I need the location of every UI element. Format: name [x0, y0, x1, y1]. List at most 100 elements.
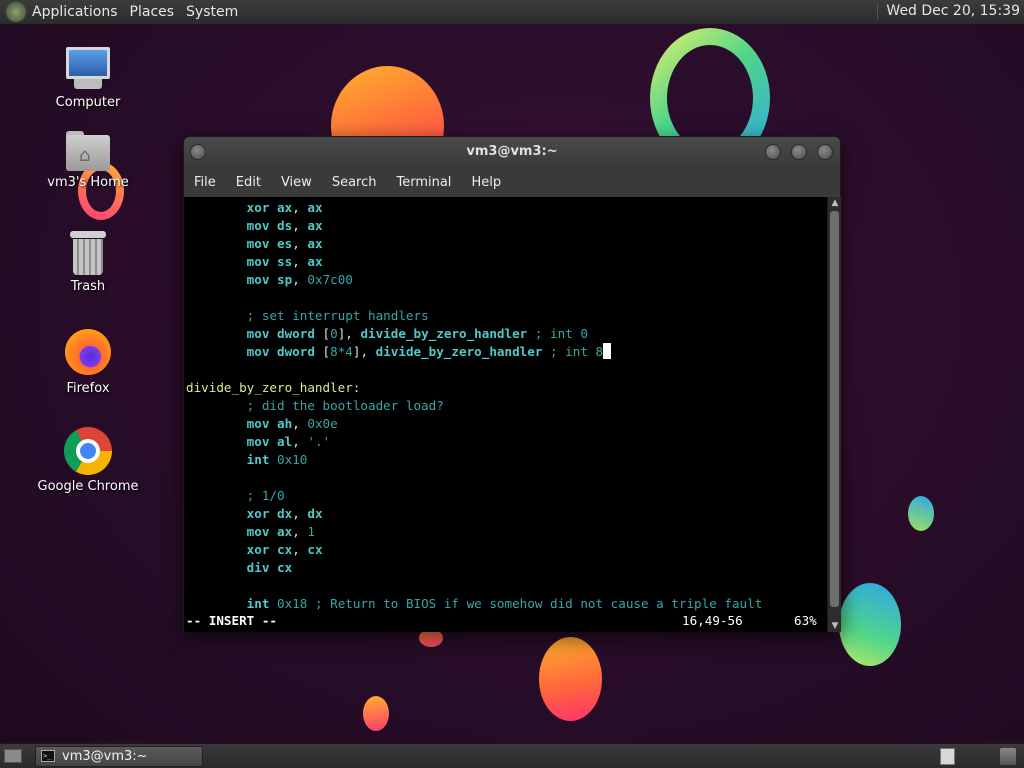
desktop-icon-computer[interactable]: Computer — [33, 47, 143, 110]
code-token: dx — [307, 506, 323, 521]
code-token: mov — [246, 416, 270, 431]
scroll-down-arrow-icon[interactable]: ▼ — [828, 620, 842, 632]
code-token: 0x10 — [277, 452, 308, 467]
code-token: ; int 0 — [534, 326, 588, 341]
close-button[interactable] — [817, 144, 833, 160]
menu-terminal[interactable]: Terminal — [396, 175, 451, 190]
code-token: ], — [352, 344, 376, 359]
wallpaper-small-orange-circle — [363, 696, 389, 731]
wallpaper-blue-circle — [839, 583, 901, 666]
minimize-button[interactable] — [765, 144, 781, 160]
code-token: xor — [246, 506, 270, 521]
code-token: ; 1/0 — [246, 488, 285, 503]
desktop-icon-home[interactable]: ⌂ vm3's Home — [33, 131, 143, 190]
show-desktop-icon[interactable] — [4, 749, 22, 763]
code-token: mov — [246, 218, 270, 233]
desktop-icon-chrome[interactable]: Google Chrome — [33, 427, 143, 494]
bottom-panel: >_ vm3@vm3:~ — [0, 743, 1024, 768]
workspace-switcher[interactable] — [940, 748, 955, 765]
code-token: dx — [277, 506, 293, 521]
menu-search[interactable]: Search — [332, 175, 377, 190]
applications-menu[interactable]: Applications — [32, 4, 118, 20]
code-token: cx — [307, 542, 323, 557]
computer-icon — [64, 47, 112, 91]
firefox-icon — [65, 329, 111, 375]
system-menu[interactable]: System — [186, 4, 238, 20]
vim-mode-indicator: -- INSERT -- — [186, 613, 277, 628]
code-token: ax — [307, 218, 323, 233]
panel-clock[interactable]: Wed Dec 20, 15:39 — [877, 3, 1020, 19]
code-token: ; did the bootloader load? — [246, 398, 444, 413]
code-token: 0x0e — [307, 416, 338, 431]
taskbar-label: vm3@vm3:~ — [62, 749, 148, 764]
code-token: 0x7c00 — [307, 272, 353, 287]
code-token: ; int 8 — [550, 344, 604, 359]
code-token: 0x18 — [277, 596, 308, 611]
code-token: , — [292, 200, 308, 215]
code-token: divide_by_zero_handler — [375, 344, 543, 359]
scrollbar-thumb[interactable] — [830, 211, 839, 607]
maximize-button[interactable] — [791, 144, 807, 160]
terminal-text-area[interactable]: -- INSERT -- 16,49-56 63% xor ax, ax mov… — [184, 197, 827, 632]
code-token: , — [292, 416, 308, 431]
desktop-icon-label: vm3's Home — [47, 175, 129, 190]
window-menu-button[interactable] — [190, 144, 206, 160]
code-token: , — [292, 506, 308, 521]
menu-edit[interactable]: Edit — [236, 175, 261, 190]
menu-file[interactable]: File — [194, 175, 216, 190]
code-token: , — [292, 434, 308, 449]
places-menu[interactable]: Places — [130, 4, 175, 20]
code-token: cx — [277, 560, 293, 575]
code-line: ; set interrupt handlers — [186, 307, 429, 325]
code-token: xor — [246, 542, 270, 557]
code-token: , — [292, 236, 308, 251]
code-token: es — [277, 236, 293, 251]
terminal-icon: >_ — [41, 750, 55, 762]
chrome-icon — [64, 427, 112, 475]
terminal-window[interactable]: vm3@vm3:~ File Edit View Search Terminal… — [183, 136, 841, 632]
menu-view[interactable]: View — [281, 175, 312, 190]
distro-logo-icon[interactable] — [6, 2, 26, 22]
taskbar-terminal-button[interactable]: >_ vm3@vm3:~ — [35, 746, 203, 767]
window-titlebar[interactable]: vm3@vm3:~ — [184, 137, 840, 167]
desktop-icon-label: Firefox — [66, 381, 110, 396]
code-line: ; 1/0 — [186, 487, 285, 505]
code-token: divide_by_zero_handler — [360, 326, 528, 341]
code-line: int 0x18 ; Return to BIOS if we somehow … — [186, 595, 763, 613]
vim-statusline: -- INSERT -- 16,49-56 63% — [186, 612, 823, 630]
scroll-up-arrow-icon[interactable]: ▲ — [828, 197, 842, 209]
code-line: ; did the bootloader load? — [186, 397, 444, 415]
code-line: divide_by_zero_handler: — [186, 379, 360, 397]
terminal-scrollbar[interactable]: ▲ ▼ — [827, 197, 841, 632]
code-line: mov sp, 0x7c00 — [186, 271, 353, 289]
code-line: xor cx, cx — [186, 541, 323, 559]
code-token: int — [246, 596, 270, 611]
code-token: ], — [337, 326, 361, 341]
code-token: ax — [277, 200, 293, 215]
desktop-icon-firefox[interactable]: Firefox — [33, 329, 143, 396]
desktop-icon-trash[interactable]: Trash — [33, 231, 143, 294]
desktop-icon-label: Google Chrome — [37, 479, 139, 494]
trash-applet-icon[interactable] — [1000, 748, 1016, 765]
menu-help[interactable]: Help — [471, 175, 501, 190]
code-token: ; set interrupt handlers — [246, 308, 429, 323]
code-token: ah — [277, 416, 293, 431]
